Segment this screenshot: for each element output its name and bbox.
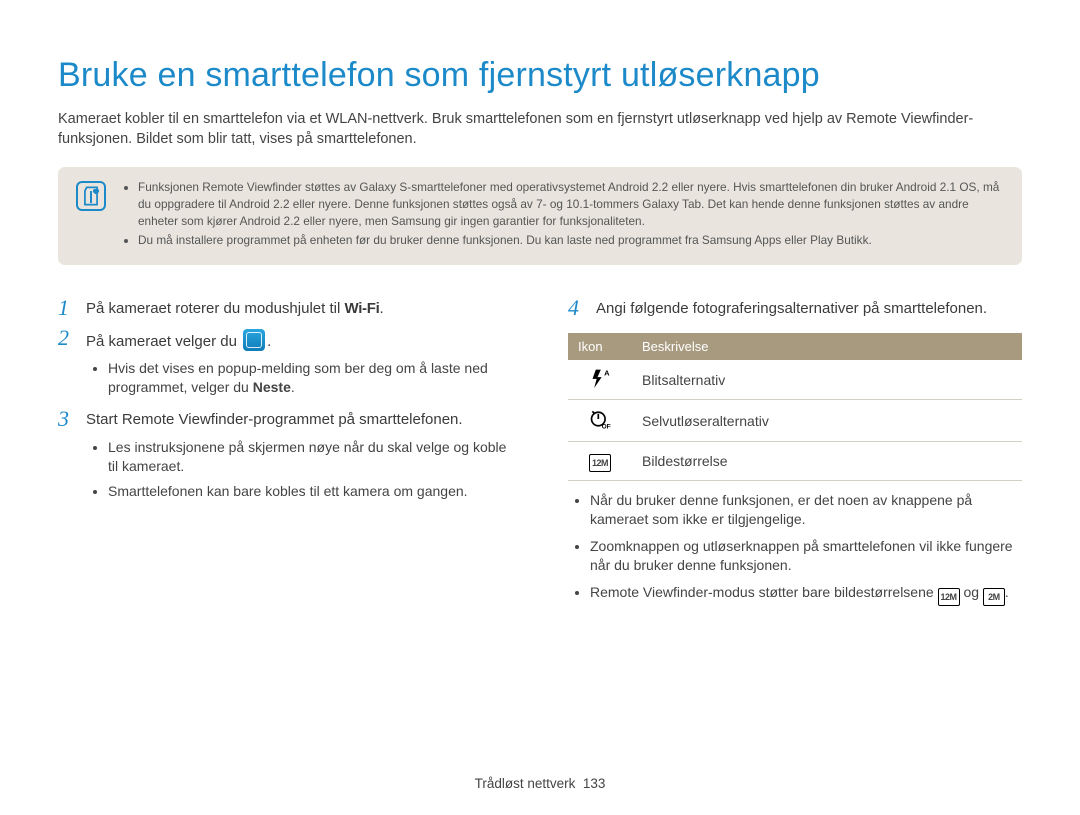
resolution-12m-icon: 12M <box>938 588 960 606</box>
footer-page-number: 133 <box>583 776 606 791</box>
step2-sub-prefix: Hvis det vises en popup-melding som ber … <box>108 360 488 395</box>
table-head-desc: Beskrivelse <box>632 333 1022 360</box>
intro-paragraph: Kameraet kobler til en smarttelefon via … <box>58 109 1022 149</box>
step2-sublist: Hvis det vises en popup-melding som ber … <box>86 359 512 397</box>
left-column: 1 På kameraet roterer du modushjulet til… <box>58 299 512 614</box>
table-row: A Blitsalternativ <box>568 360 1022 400</box>
step4-sub-bullet: Når du bruker denne funksjonen, er det n… <box>590 491 1022 529</box>
step3-sub-bullet: Smarttelefonen kan bare kobles til ett k… <box>108 482 512 501</box>
step4-sub-bullet: Remote Viewfinder-modus støtter bare bil… <box>590 583 1022 606</box>
flash-auto-icon: A <box>590 368 610 388</box>
table-cell-desc: Blitsalternativ <box>632 360 1022 400</box>
self-timer-off-icon: OFF <box>589 408 611 430</box>
table-cell-desc: Bildestørrelse <box>632 442 1022 481</box>
step-number: 2 <box>58 327 76 350</box>
note-box: Funksjonen Remote Viewfinder støttes av … <box>58 167 1022 265</box>
footer-section: Trådløst nettverk <box>475 776 576 791</box>
wifi-label: Wi-Fi <box>344 300 379 317</box>
note-icon <box>76 181 106 211</box>
note-list: Funksjonen Remote Viewfinder støttes av … <box>124 179 1004 251</box>
step-2: 2 På kameraet velger du . <box>58 329 512 352</box>
step4-sublist: Når du bruker denne funksjonen, er det n… <box>568 491 1022 606</box>
step3-sub-bullet: Les instruksjonene på skjermen nøye når … <box>108 438 512 476</box>
note-bullet: Du må installere programmet på enheten f… <box>138 232 1004 249</box>
table-cell-desc: Selvutløseralternativ <box>632 400 1022 442</box>
step2-sub-bullet: Hvis det vises en popup-melding som ber … <box>108 359 512 397</box>
step-3: 3 Start Remote Viewfinder-programmet på … <box>58 410 512 432</box>
step2-sub-suffix: . <box>291 379 295 395</box>
step4-text: Angi følgende fotograferingsalternativer… <box>596 299 1022 321</box>
step-number: 4 <box>568 297 586 319</box>
step4-sub-bullet: Zoomknappen og utløserknappen på smartte… <box>590 537 1022 575</box>
resolution-12m-icon: 12M <box>589 454 611 472</box>
note-bullet: Funksjonen Remote Viewfinder støttes av … <box>138 179 1004 230</box>
bullet3-suffix: . <box>1005 584 1009 600</box>
step2-sub-bold: Neste <box>253 379 291 395</box>
page-title: Bruke en smarttelefon som fjernstyrt utl… <box>58 56 1022 95</box>
step1-text-prefix: På kameraet roterer du modushjulet til <box>86 300 344 317</box>
remote-viewfinder-app-icon <box>243 329 265 351</box>
table-row: 12M Bildestørrelse <box>568 442 1022 481</box>
bullet3-mid: og <box>960 584 983 600</box>
step3-text: Start Remote Viewfinder-programmet på sm… <box>86 410 512 432</box>
step-number: 1 <box>58 297 76 319</box>
bullet3-prefix: Remote Viewfinder-modus støtter bare bil… <box>590 584 938 600</box>
svg-text:A: A <box>604 369 610 378</box>
step-4: 4 Angi følgende fotograferingsalternativ… <box>568 299 1022 321</box>
options-table: Ikon Beskrivelse A Blitsalternativ <box>568 333 1022 481</box>
step2-text-suffix: . <box>267 333 271 350</box>
table-head-icon: Ikon <box>568 333 632 360</box>
table-row: OFF Selvutløseralternativ <box>568 400 1022 442</box>
right-column: 4 Angi følgende fotograferingsalternativ… <box>568 299 1022 614</box>
step3-sublist: Les instruksjonene på skjermen nøye når … <box>86 438 512 501</box>
step-1: 1 På kameraet roterer du modushjulet til… <box>58 299 512 321</box>
step1-text-suffix: . <box>380 300 384 317</box>
svg-text:OFF: OFF <box>602 424 611 431</box>
step-number: 3 <box>58 408 76 430</box>
resolution-2m-icon: 2M <box>983 588 1005 606</box>
step2-text-prefix: På kameraet velger du <box>86 333 241 350</box>
page-footer: Trådløst nettverk 133 <box>0 776 1080 791</box>
